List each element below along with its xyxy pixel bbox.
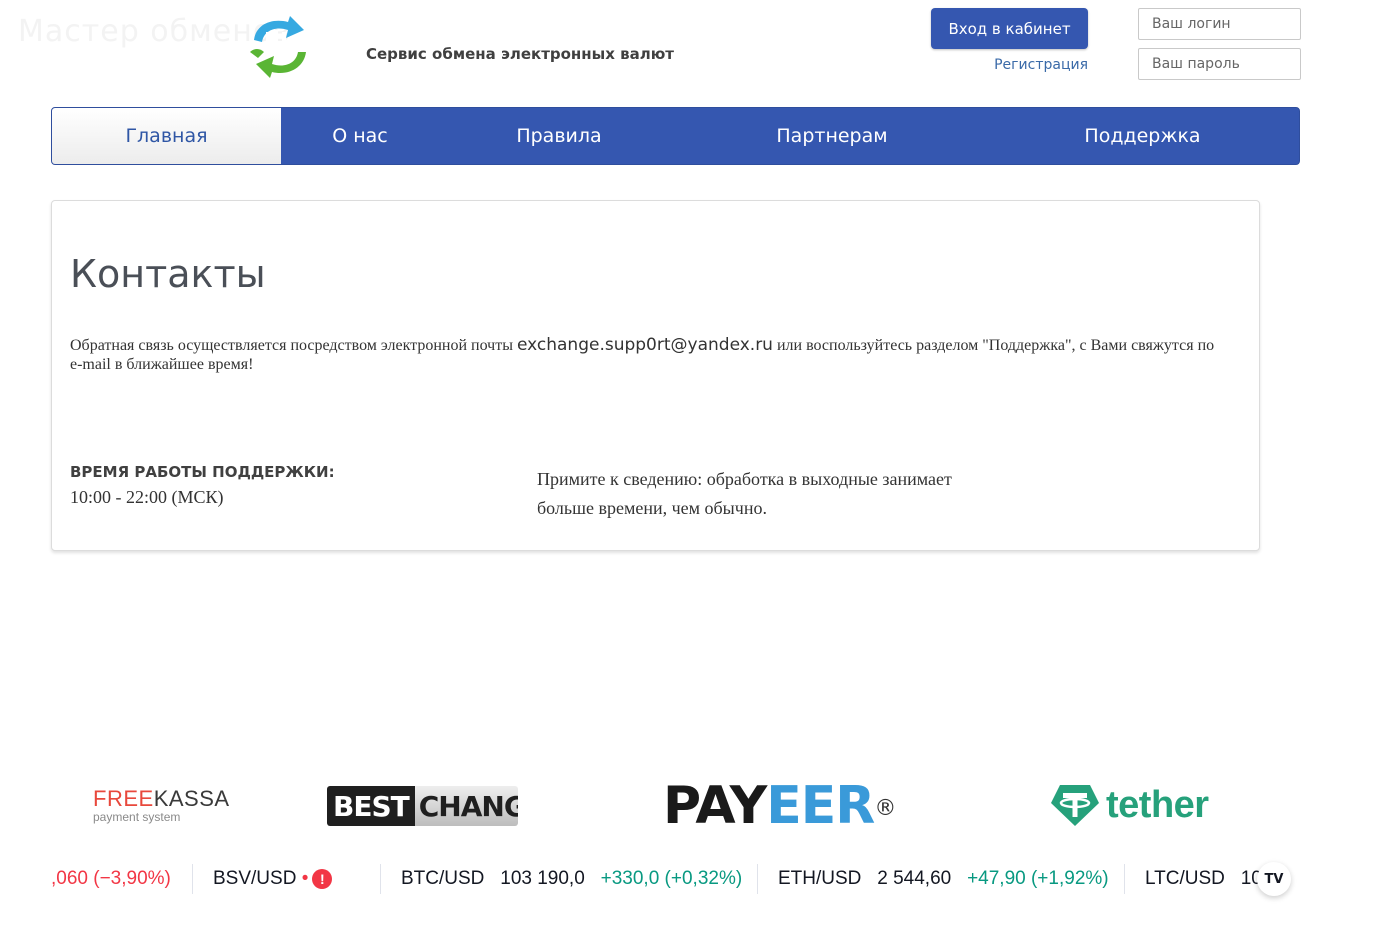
ticker-price: 2 544,60 [877,868,952,889]
freekassa-subtitle: payment system [93,810,181,824]
tether-logo[interactable]: tether [1050,783,1209,827]
login-input[interactable] [1138,8,1301,40]
price-ticker[interactable]: ,060 (−3,90%) BSV/USD •! BTC/USD 103 190… [51,856,1301,904]
alert-icon: ! [312,868,333,889]
ticker-change: +330,0 (+0,32%) [600,868,743,889]
nav-about[interactable]: О нас [281,108,439,164]
bestchange-logo-part2: CHANGE [414,786,518,826]
ticker-change: +47,90 (+1,92%) [967,868,1109,889]
freekassa-logo-part1: FREE [93,786,154,811]
payeer-logo-part2: EER [766,776,875,836]
register-link[interactable]: Регистрация [960,57,1088,73]
freekassa-logo[interactable]: FREEKASSA payment system [93,786,230,824]
weekend-note: Примите к сведению: обработка в выходные… [537,469,952,518]
page-title: Контакты [70,252,266,296]
ticker-item[interactable]: ,060 (−3,90%) [51,868,171,890]
ticker-pair: LTC/USD [1145,868,1225,889]
ticker-pair: ETH/USD [778,868,862,889]
tradingview-badge-icon[interactable]: TV [1257,862,1291,896]
support-hours-value: 10:00 - 22:00 (МСК) [70,487,224,507]
contact-paragraph: Обратная связь осуществляется посредство… [70,336,1230,374]
bestchange-logo[interactable]: BEST CHANGE [327,786,518,826]
ticker-dot: • [301,868,309,889]
ticker-pair: BTC/USD [401,868,485,889]
tether-icon [1051,785,1099,826]
freekassa-logo-part2: KASSA [153,786,230,811]
contact-text-before: Обратная связь осуществляется посредство… [70,337,517,354]
exchange-logo-icon[interactable] [244,12,316,82]
registered-mark: ® [874,796,896,821]
main-nav: Главная О нас Правила Партнерам Поддержк… [51,107,1300,165]
ticker-item[interactable]: ETH/USD 2 544,60 +47,90 (+1,92%) [778,868,1109,890]
payeer-logo-part1: PAY [663,776,767,836]
ticker-pair: BSV/USD [213,868,297,889]
support-hours-heading: ВРЕМЯ РАБОТЫ ПОДДЕРЖКИ: [70,463,335,481]
nav-home[interactable]: Главная [52,108,281,164]
ticker-price: 103 190,0 [500,868,585,889]
nav-rules[interactable]: Правила [439,108,679,164]
nav-partners[interactable]: Партнерам [679,108,985,164]
bestchange-logo-part1: BEST [327,786,415,826]
support-email: exchange.supp0rt@yandex.ru [516,335,773,355]
nav-support[interactable]: Поддержка [985,108,1299,164]
tether-wordmark: tether [1106,783,1209,826]
ticker-item[interactable]: BTC/USD 103 190,0 +330,0 (+0,32%) [401,868,742,890]
login-button[interactable]: Вход в кабинет [931,8,1088,49]
site-tagline: Сервис обмена электронных валют [366,45,674,63]
ticker-item[interactable]: BSV/USD •! [213,868,333,890]
password-input[interactable] [1138,48,1301,80]
ticker-item[interactable]: LTC/USD 10 [1145,868,1262,890]
payeer-logo[interactable]: PAYEER® [663,776,896,839]
ticker-change: ,060 (−3,90%) [51,868,171,889]
